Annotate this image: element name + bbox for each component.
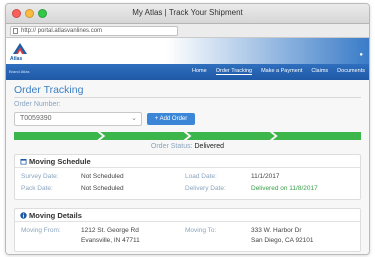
atlas-logo[interactable]: Atlas [6, 38, 32, 64]
load-date-value: 11/1/2017 [251, 173, 280, 180]
moving-from-line2: Evansville, IN 47711 [81, 237, 140, 244]
pack-date-value: Not Scheduled [81, 185, 124, 192]
info-icon [20, 212, 27, 219]
moving-to-line2: San Diego, CA 92101 [251, 237, 314, 244]
progress-step [187, 132, 275, 140]
url-field[interactable]: http:// portal.atlasvanlines.com [10, 26, 178, 36]
header-banner [32, 38, 369, 64]
moving-from-line1: 1212 St. George Rd [81, 227, 139, 234]
main-nav: Brand Atlas ● Home Order Tracking Make a… [6, 52, 369, 80]
nav-order-tracking[interactable]: Order Tracking [215, 68, 253, 75]
survey-date-label: Survey Date: [21, 173, 59, 180]
logo-text: Atlas [10, 56, 23, 62]
moving-schedule-panel: Moving Schedule Survey Date: Not Schedul… [14, 154, 361, 200]
title-bar: My Atlas | Track Your Shipment [6, 4, 369, 24]
panel-title: Moving Details [29, 211, 82, 220]
nav-items: Home Order Tracking Make a Payment Claim… [192, 68, 365, 75]
atlas-logo-icon [12, 41, 28, 57]
nav-make-payment[interactable]: Make a Payment [261, 68, 302, 75]
moving-details-panel: Moving Details Moving From: 1212 St. Geo… [14, 208, 361, 252]
delivery-date-label: Delivery Date: [185, 185, 226, 192]
order-progress-bar [14, 132, 361, 140]
nav-home[interactable]: Home [192, 68, 207, 75]
pack-date-label: Pack Date: [21, 185, 53, 192]
site-header: Atlas Brand Atlas ● Home Order Tracking … [6, 38, 369, 80]
panel-header: Moving Schedule [15, 155, 360, 168]
menu-dot-icon[interactable]: ● [359, 52, 363, 58]
tagline: Brand Atlas [9, 69, 30, 74]
page-content: Order Tracking Order Number: T0059390 ⌄ … [6, 80, 369, 254]
url-text: http:// portal.atlasvanlines.com [21, 28, 103, 34]
moving-from-label: Moving From: [21, 227, 61, 234]
order-number-label: Order Number: [14, 101, 61, 108]
panel-title: Moving Schedule [29, 157, 91, 166]
browser-window: My Atlas | Track Your Shipment http:// p… [5, 3, 370, 255]
panel-header: Moving Details [15, 209, 360, 222]
chevron-down-icon: ⌄ [131, 115, 137, 122]
calendar-icon [20, 159, 27, 165]
delivery-date-value: Delivered on 11/8/2017 [251, 185, 318, 192]
survey-date-value: Not Scheduled [81, 173, 124, 180]
add-order-button[interactable]: + Add Order [147, 113, 195, 125]
moving-to-line1: 333 W. Harbor Dr [251, 227, 302, 234]
progress-step [14, 132, 102, 140]
order-number-select[interactable]: T0059390 ⌄ [14, 112, 142, 126]
order-status: Order Status: Delivered [6, 143, 369, 150]
page-title: Order Tracking [14, 84, 84, 96]
nav-documents[interactable]: Documents [337, 68, 365, 75]
moving-to-label: Moving To: [185, 227, 217, 234]
nav-claims[interactable]: Claims [311, 68, 328, 75]
order-number-value: T0059390 [20, 115, 52, 122]
load-date-label: Load Date: [185, 173, 217, 180]
order-status-label: Order Status: [150, 143, 193, 150]
progress-step [272, 132, 361, 140]
page-icon [13, 28, 18, 34]
title-divider [14, 97, 361, 98]
order-status-value: Delivered [194, 143, 225, 150]
window-title: My Atlas | Track Your Shipment [132, 8, 243, 17]
progress-step [100, 132, 188, 140]
address-bar: http:// portal.atlasvanlines.com [6, 24, 369, 38]
